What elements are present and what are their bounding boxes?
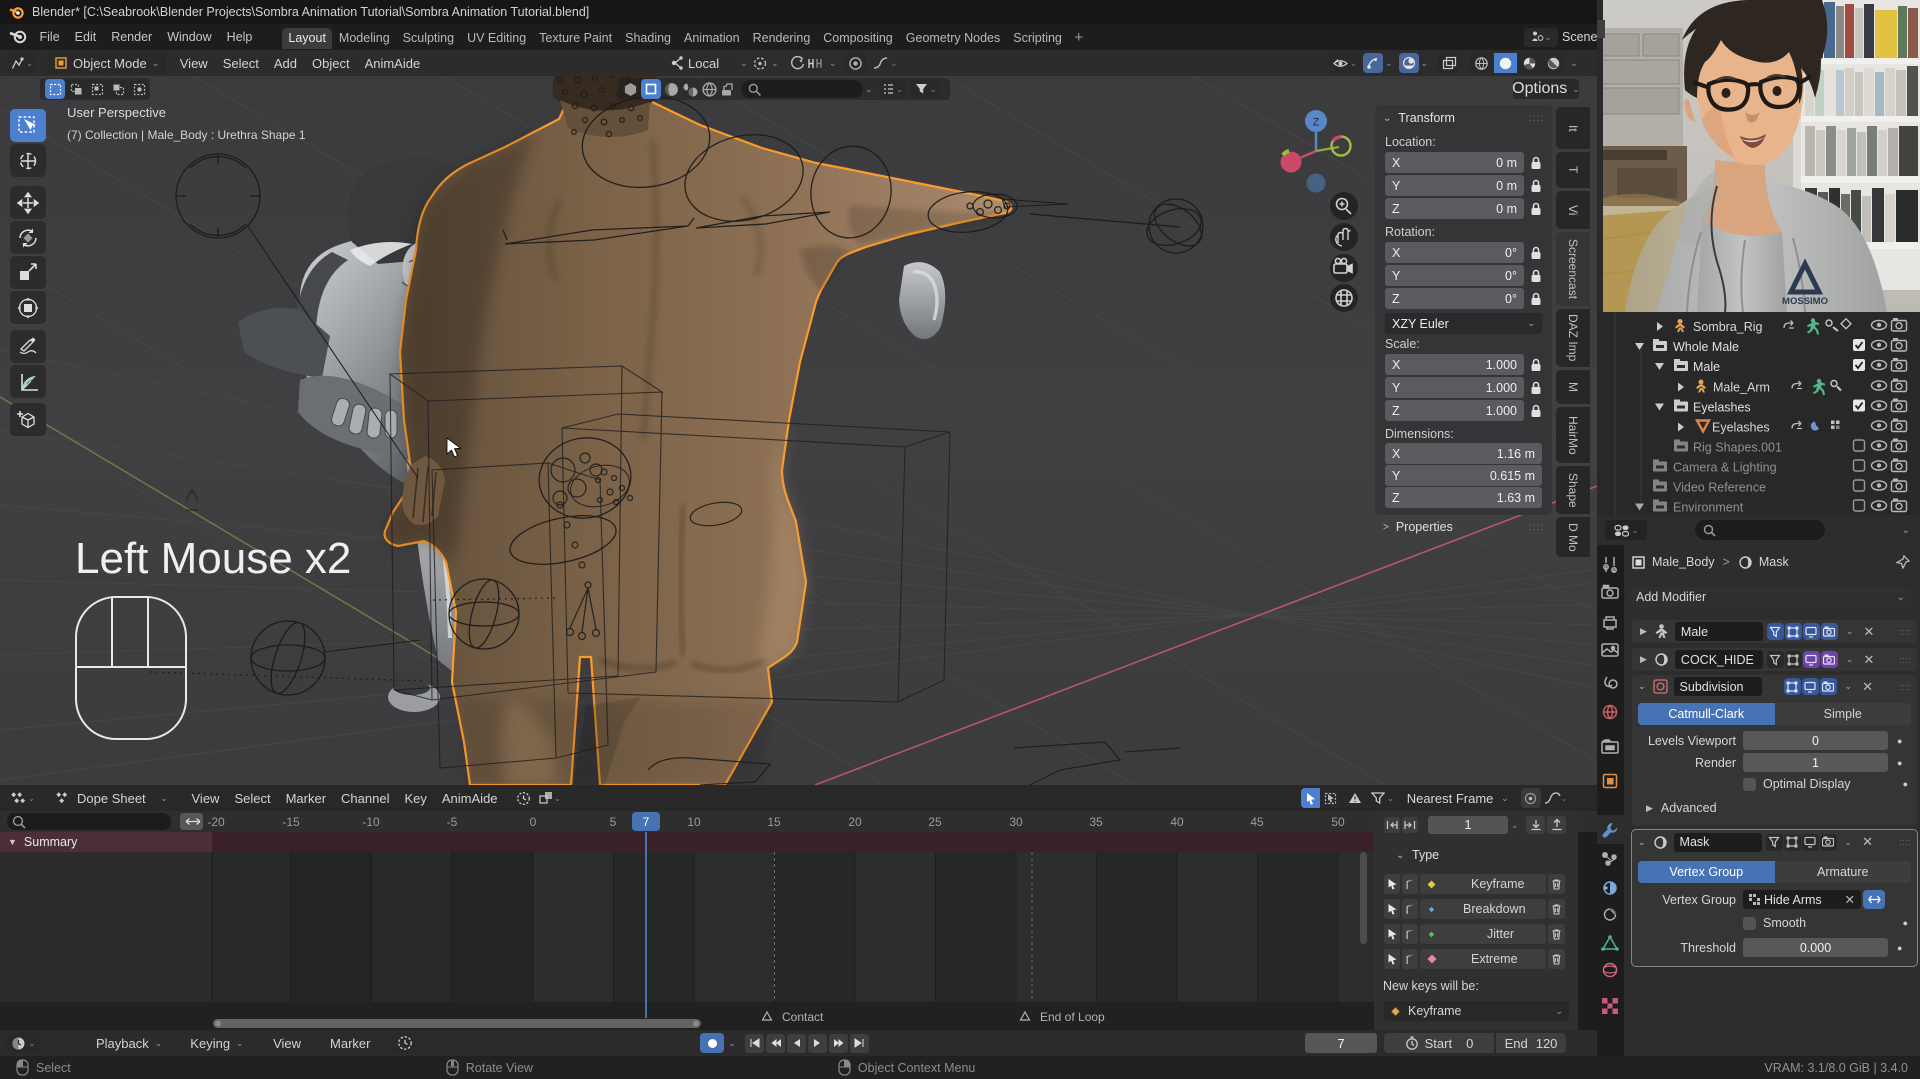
- svg-text:Eyelashes: Eyelashes: [1712, 421, 1770, 435]
- svg-text:MOSSIMO: MOSSIMO: [1782, 296, 1828, 307]
- svg-text:25: 25: [928, 815, 942, 829]
- svg-text:Camera & Lighting: Camera & Lighting: [1673, 461, 1777, 475]
- svg-text:50: 50: [1331, 815, 1345, 829]
- svg-text:End of Loop: End of Loop: [1040, 1010, 1105, 1024]
- svg-text:Rig Shapes.001: Rig Shapes.001: [1693, 441, 1782, 455]
- svg-text:35: 35: [1089, 815, 1103, 829]
- svg-text:Male_Arm: Male_Arm: [1713, 381, 1770, 395]
- svg-text:Left Mouse x2: Left Mouse x2: [75, 534, 351, 583]
- svg-text:Male: Male: [1693, 360, 1720, 374]
- svg-text:Z: Z: [1313, 117, 1320, 129]
- svg-text:0: 0: [530, 815, 537, 829]
- svg-text:15: 15: [767, 815, 781, 829]
- svg-text:Whole Male: Whole Male: [1673, 340, 1739, 354]
- svg-text:7: 7: [643, 815, 650, 829]
- svg-text:(7) Collection | Male_Body : U: (7) Collection | Male_Body : Urethra Sha…: [67, 128, 306, 142]
- svg-text:Environment: Environment: [1673, 501, 1744, 515]
- svg-text:Sombra_Rig: Sombra_Rig: [1693, 320, 1763, 334]
- svg-text:User Perspective: User Perspective: [67, 105, 166, 120]
- svg-text:45: 45: [1250, 815, 1264, 829]
- svg-text:Contact: Contact: [782, 1010, 824, 1024]
- svg-text:Video Reference: Video Reference: [1673, 481, 1766, 495]
- svg-text:20: 20: [848, 815, 862, 829]
- svg-text:30: 30: [1009, 815, 1023, 829]
- svg-text:-5: -5: [447, 815, 458, 829]
- svg-text:Eyelashes: Eyelashes: [1693, 401, 1751, 415]
- svg-text:40: 40: [1170, 815, 1184, 829]
- svg-text:-10: -10: [362, 815, 380, 829]
- svg-text:-20: -20: [207, 815, 225, 829]
- svg-text:-15: -15: [282, 815, 300, 829]
- svg-text:5: 5: [610, 815, 617, 829]
- svg-text:10: 10: [687, 815, 701, 829]
